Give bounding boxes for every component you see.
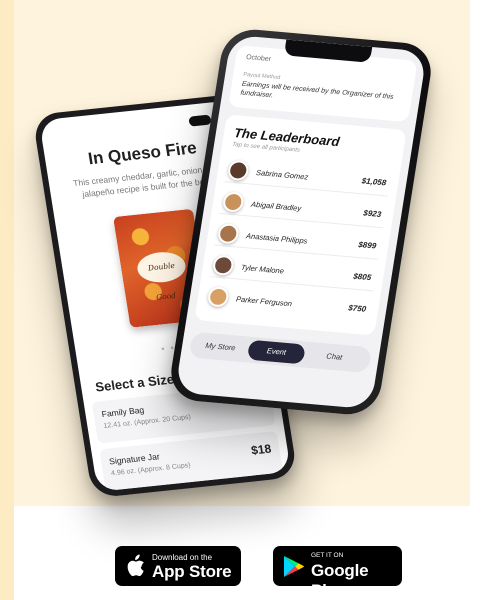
avatar	[211, 254, 235, 277]
participant-name: Parker Ferguson	[235, 294, 293, 309]
google-play-badge[interactable]: GET IT ON Google Play	[273, 546, 402, 600]
app-store-badge[interactable]: Download on the App Store	[115, 546, 241, 586]
participant-name: Anastasia Philipps	[245, 231, 309, 246]
tab-event[interactable]: Event	[246, 339, 306, 365]
size-heading: Select a Size	[94, 371, 176, 395]
avatar	[221, 191, 245, 213]
month-label: October	[245, 54, 272, 64]
participant-amount: $805	[352, 271, 372, 283]
badge-small-text: GET IT ON	[311, 552, 344, 559]
badge-store-name: Google Play	[311, 561, 369, 600]
participant-name: Abigail Bradley	[250, 199, 302, 213]
segmented-tab-bar: My Store Event Chat	[188, 331, 373, 374]
badge-small-text: Download on the	[152, 553, 213, 562]
badge-store-name: App Store	[152, 562, 232, 581]
avatar	[216, 222, 240, 245]
avatar	[226, 159, 250, 182]
size-price: $18	[250, 441, 273, 458]
tab-chat[interactable]: Chat	[305, 345, 364, 370]
participant-name: Sabrina Gomez	[255, 168, 309, 182]
participant-amount: $1,058	[361, 176, 387, 188]
participant-amount: $750	[347, 303, 367, 314]
camera-cutout	[188, 114, 212, 127]
size-name: Family Bag	[100, 404, 145, 420]
apple-logo-icon	[127, 554, 144, 577]
tab-my-store[interactable]: My Store	[191, 335, 250, 360]
participant-amount: $923	[362, 208, 382, 219]
size-name: Signature Jar	[108, 451, 161, 467]
google-play-logo-icon	[284, 556, 304, 577]
leaderboard-card[interactable]: The Leaderboard Tap to see all participa…	[194, 114, 407, 336]
avatar	[206, 286, 230, 308]
participant-amount: $899	[357, 240, 377, 251]
left-accent-strip	[0, 0, 14, 600]
brand-logo: Double Good	[135, 249, 188, 302]
payout-method-text: Earnings will be received by the Organiz…	[239, 80, 394, 101]
participant-name: Tyler Malone	[240, 262, 285, 276]
